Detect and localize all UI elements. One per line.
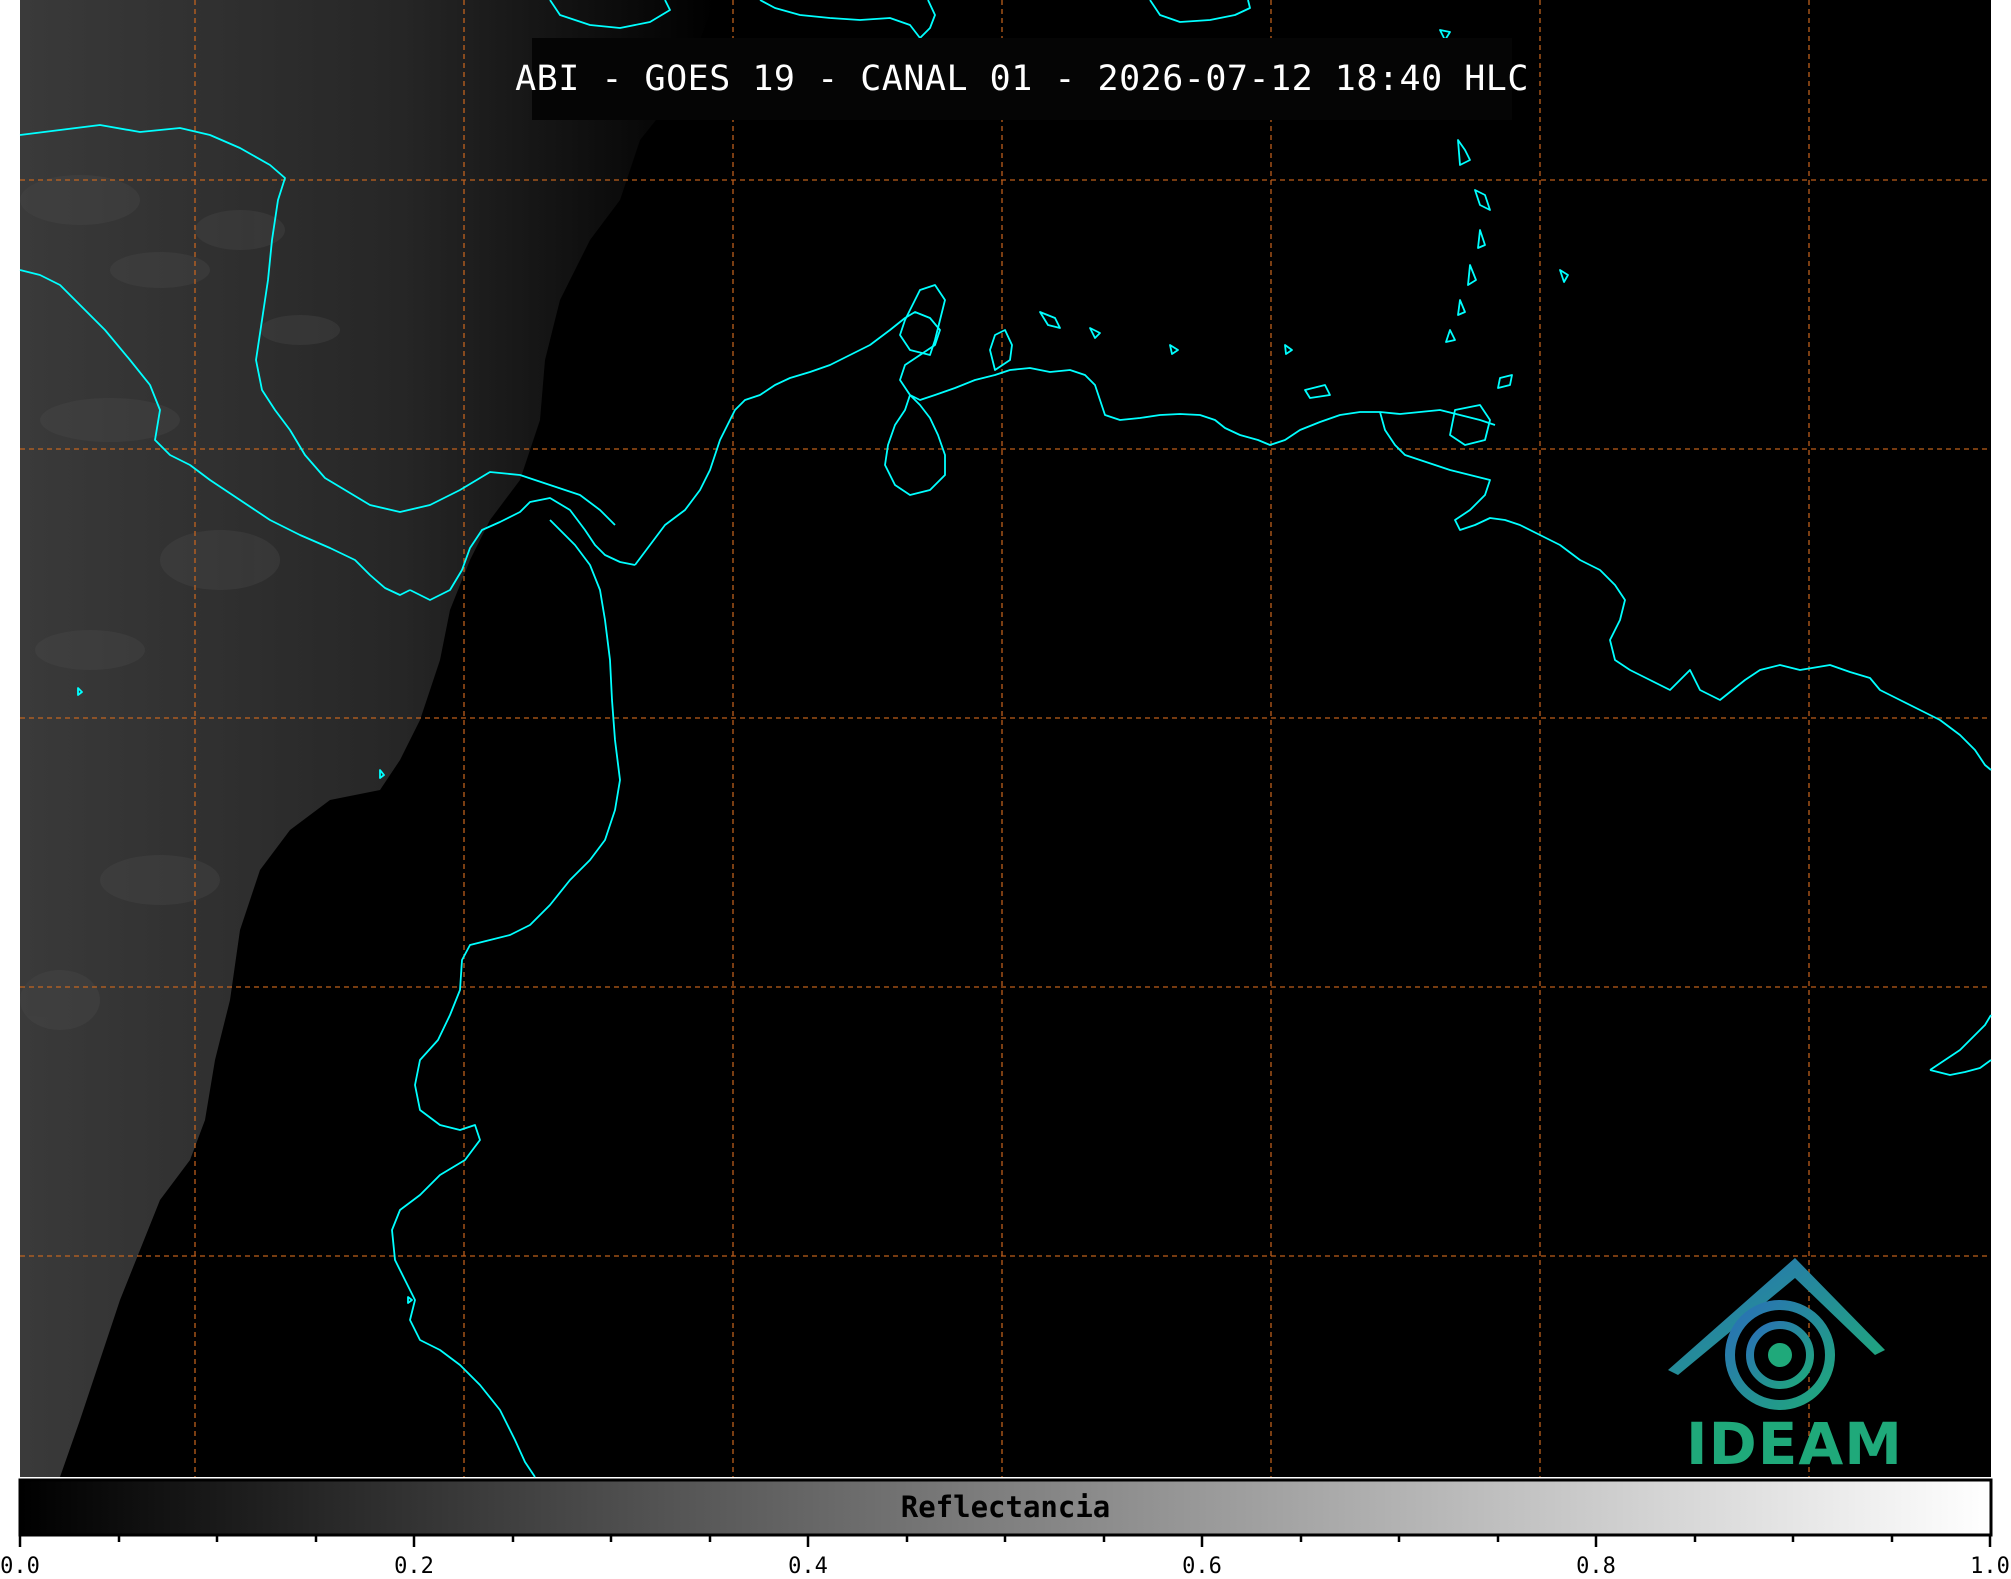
colorbar-tick-label: 0.8 xyxy=(1576,1554,1616,1579)
satellite-map xyxy=(0,0,2011,1577)
colorbar-label: Reflectancia xyxy=(900,1490,1111,1524)
ideam-logo-text: IDEAM xyxy=(1686,1410,1903,1478)
colorbar-tick-label: 0.4 xyxy=(788,1554,828,1579)
title-box: ABI - GOES 19 - CANAL 01 - 2026-07-12 18… xyxy=(515,38,1528,120)
colorbar-tick-label: 0.6 xyxy=(1182,1554,1222,1579)
map-title: ABI - GOES 19 - CANAL 01 - 2026-07-12 18… xyxy=(515,59,1529,99)
colorbar-tick-label: 1.0 xyxy=(1970,1554,2010,1579)
colorbar-tick-label: 0.0 xyxy=(0,1554,40,1579)
colorbar-tick-label: 0.2 xyxy=(394,1554,434,1579)
